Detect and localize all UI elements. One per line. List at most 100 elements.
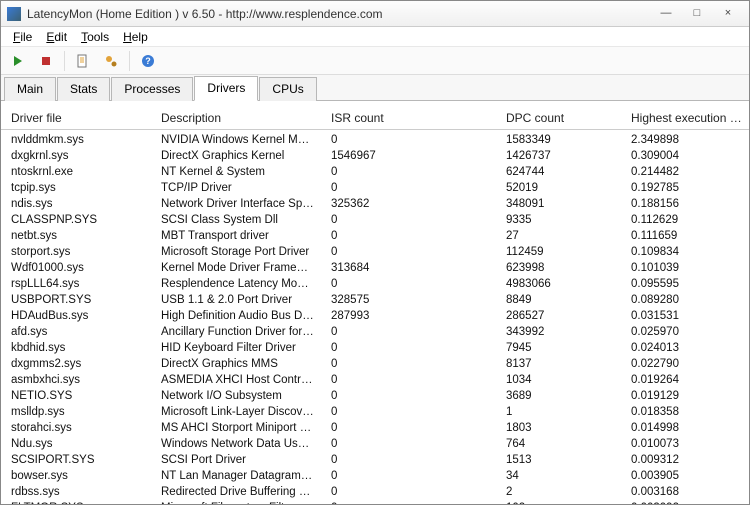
cell-isr: 328575 [321, 292, 496, 308]
cell-exec: 0.095595 [621, 276, 749, 292]
cell-desc: NT Kernel & System [151, 164, 321, 180]
cell-isr: 0 [321, 452, 496, 468]
cell-desc: Ancillary Function Driver for WinSock [151, 324, 321, 340]
cell-isr: 325362 [321, 196, 496, 212]
table-row[interactable]: dxgkrnl.sysDirectX Graphics Kernel154696… [1, 148, 749, 164]
cell-isr: 0 [321, 132, 496, 148]
table-row[interactable]: nvlddmkm.sysNVIDIA Windows Kernel Mode D… [1, 132, 749, 148]
cell-dpc: 1583349 [496, 132, 621, 148]
table-row[interactable]: HDAudBus.sysHigh Definition Audio Bus Dr… [1, 308, 749, 324]
cell-desc: HID Keyboard Filter Driver [151, 340, 321, 356]
cell-exec: 0.192785 [621, 180, 749, 196]
processes-button[interactable] [98, 49, 124, 73]
column-header-file[interactable]: Driver file [1, 109, 151, 126]
cell-dpc: 4983066 [496, 276, 621, 292]
cell-dpc: 764 [496, 436, 621, 452]
cell-isr: 0 [321, 420, 496, 436]
table-row[interactable]: storport.sysMicrosoft Storage Port Drive… [1, 244, 749, 260]
cell-isr: 0 [321, 484, 496, 500]
table-row[interactable]: afd.sysAncillary Function Driver for Win… [1, 324, 749, 340]
table-row[interactable]: netbt.sysMBT Transport driver0270.111659 [1, 228, 749, 244]
tab-main[interactable]: Main [4, 77, 56, 101]
table-row[interactable]: mslldp.sysMicrosoft Link-Layer Discovery… [1, 404, 749, 420]
toolbar: ? [1, 47, 749, 75]
cell-desc: Windows Network Data Usage Monit... [151, 436, 321, 452]
table-row[interactable]: USBPORT.SYSUSB 1.1 & 2.0 Port Driver3285… [1, 292, 749, 308]
table-row[interactable]: dxgmms2.sysDirectX Graphics MMS081370.02… [1, 356, 749, 372]
cell-file: SCSIPORT.SYS [1, 452, 151, 468]
menubar: File Edit Tools Help [1, 27, 749, 47]
window-title: LatencyMon (Home Edition ) v 6.50 - http… [27, 7, 383, 21]
column-header-exec[interactable]: Highest execution (ms) [621, 109, 749, 126]
table-row[interactable]: SCSIPORT.SYSSCSI Port Driver015130.00931… [1, 452, 749, 468]
cell-isr: 0 [321, 436, 496, 452]
table-row[interactable]: FLTMGR.SYSMicrosoft Filesystem Filter Ma… [1, 500, 749, 504]
close-button[interactable]: × [713, 5, 743, 23]
cell-desc: Microsoft Filesystem Filter Manager [151, 500, 321, 504]
column-header-isr[interactable]: ISR count [321, 109, 496, 126]
cell-file: netbt.sys [1, 228, 151, 244]
report-button[interactable] [70, 49, 96, 73]
cell-desc: High Definition Audio Bus Driver [151, 308, 321, 324]
maximize-button[interactable]: □ [682, 5, 712, 23]
help-button[interactable]: ? [135, 49, 161, 73]
tab-stats[interactable]: Stats [57, 77, 110, 101]
cell-dpc: 1426737 [496, 148, 621, 164]
stop-button[interactable] [33, 49, 59, 73]
cell-desc: NVIDIA Windows Kernel Mode Drive... [151, 132, 321, 148]
cell-exec: 0.109834 [621, 244, 749, 260]
cell-desc: Kernel Mode Driver Framework Runt... [151, 260, 321, 276]
start-button[interactable] [5, 49, 31, 73]
cell-desc: DirectX Graphics Kernel [151, 148, 321, 164]
cell-file: CLASSPNP.SYS [1, 212, 151, 228]
cell-exec: 0.019129 [621, 388, 749, 404]
menu-tools[interactable]: Tools [75, 29, 115, 45]
cell-isr: 0 [321, 500, 496, 504]
minimize-button[interactable]: — [651, 5, 681, 23]
cell-isr: 0 [321, 468, 496, 484]
menu-help[interactable]: Help [117, 29, 154, 45]
cell-isr: 1546967 [321, 148, 496, 164]
cell-exec: 0.188156 [621, 196, 749, 212]
menu-file[interactable]: File [7, 29, 38, 45]
toolbar-separator [129, 51, 130, 71]
cell-file: bowser.sys [1, 468, 151, 484]
cell-file: rdbss.sys [1, 484, 151, 500]
table-row[interactable]: bowser.sysNT Lan Manager Datagram Receiv… [1, 468, 749, 484]
cell-dpc: 34 [496, 468, 621, 484]
cell-exec: 0.014998 [621, 420, 749, 436]
cell-desc: NT Lan Manager Datagram Receiver... [151, 468, 321, 484]
tab-processes[interactable]: Processes [111, 77, 193, 101]
tab-cpus[interactable]: CPUs [259, 77, 316, 101]
table-body: nvlddmkm.sysNVIDIA Windows Kernel Mode D… [1, 130, 749, 504]
table-row[interactable]: storahci.sysMS AHCI Storport Miniport Dr… [1, 420, 749, 436]
table-row[interactable]: NETIO.SYSNetwork I/O Subsystem036890.019… [1, 388, 749, 404]
window-titlebar: LatencyMon (Home Edition ) v 6.50 - http… [1, 1, 749, 27]
table-row[interactable]: asmbxhci.sysASMEDIA XHCI Host Controller… [1, 372, 749, 388]
cell-desc: ASMEDIA XHCI Host Controller Driver [151, 372, 321, 388]
svg-text:?: ? [145, 56, 151, 66]
table-row[interactable]: ndis.sysNetwork Driver Interface Specifi… [1, 196, 749, 212]
cell-file: USBPORT.SYS [1, 292, 151, 308]
column-header-dpc[interactable]: DPC count [496, 109, 621, 126]
cell-file: kbdhid.sys [1, 340, 151, 356]
column-header-description[interactable]: Description [151, 109, 321, 126]
table-row[interactable]: rspLLL64.sysResplendence Latency Monitor… [1, 276, 749, 292]
menu-edit[interactable]: Edit [40, 29, 73, 45]
tab-drivers[interactable]: Drivers [194, 76, 258, 101]
table-row[interactable]: Ndu.sysWindows Network Data Usage Monit.… [1, 436, 749, 452]
cell-exec: 0.009312 [621, 452, 749, 468]
table-row[interactable]: rdbss.sysRedirected Drive Buffering SubS… [1, 484, 749, 500]
cell-desc: Microsoft Storage Port Driver [151, 244, 321, 260]
cell-exec: 0.022790 [621, 356, 749, 372]
cell-dpc: 348091 [496, 196, 621, 212]
table-row[interactable]: CLASSPNP.SYSSCSI Class System Dll093350.… [1, 212, 749, 228]
cell-file: afd.sys [1, 324, 151, 340]
table-row[interactable]: kbdhid.sysHID Keyboard Filter Driver0794… [1, 340, 749, 356]
table-row[interactable]: ntoskrnl.exeNT Kernel & System06247440.2… [1, 164, 749, 180]
cell-dpc: 343992 [496, 324, 621, 340]
cell-dpc: 1513 [496, 452, 621, 468]
table-row[interactable]: Wdf01000.sysKernel Mode Driver Framework… [1, 260, 749, 276]
table-row[interactable]: tcpip.sysTCP/IP Driver0520190.192785 [1, 180, 749, 196]
cell-dpc: 8137 [496, 356, 621, 372]
